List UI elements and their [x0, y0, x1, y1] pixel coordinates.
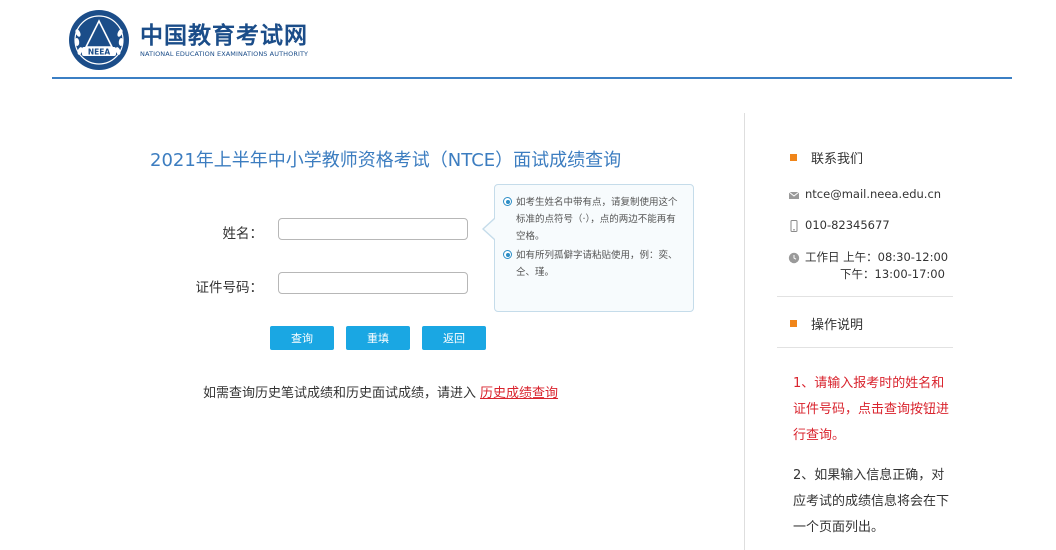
page-title: 2021年上半年中小学教师资格考试（NTCE）面试成绩查询 — [150, 150, 622, 171]
orange-square-icon — [790, 320, 797, 327]
hint-pointer-fill — [484, 219, 495, 239]
header-divider — [52, 77, 1012, 79]
hint-text-rare-chars: 如有所列孤僻字请粘贴使用，例：奕、仝、瑾。 — [516, 250, 678, 278]
radio-bullet-icon — [503, 197, 512, 206]
back-button[interactable]: 返回 — [422, 326, 486, 350]
logo-text: 中国教育考试网 NATIONAL EDUCATION EXAMINATIONS … — [140, 21, 308, 59]
site-name-cn: 中国教育考试网 — [140, 23, 308, 49]
id-number-label: 证件号码： — [195, 280, 264, 296]
sidebar-divider — [744, 113, 745, 550]
history-notice-text: 如需查询历史笔试成绩和历史面试成绩，请进入 — [203, 386, 477, 401]
reset-button[interactable]: 重填 — [346, 326, 410, 350]
sidebar-separator — [777, 296, 953, 297]
site-name-en: NATIONAL EDUCATION EXAMINATIONS AUTHORIT… — [140, 50, 309, 58]
hint-text-dot: 如考生姓名中带有点，请复制使用这个标准的点符号（·），点的两边不能再有空格。 — [516, 197, 678, 242]
working-hours: 工作日 上午：08:30-12:00 下午：13:00-17:00 — [805, 249, 948, 283]
hint-item: 如有所列孤僻字请粘贴使用，例：奕、仝、瑾。 — [503, 247, 685, 281]
sidebar-separator — [777, 347, 953, 348]
contact-email: ntce@mail.neea.edu.cn — [805, 187, 942, 201]
instruction-step-1: 1、请输入报考时的姓名和证件号码，点击查询按钮进行查询。 — [793, 376, 950, 443]
instructions-title: 操作说明 — [811, 318, 864, 333]
clock-icon — [788, 252, 800, 264]
contact-phone-row: 010-82345677 — [788, 217, 890, 234]
envelope-icon — [788, 191, 800, 199]
name-label: 姓名： — [222, 226, 264, 242]
contact-email-row: ntce@mail.neea.edu.cn — [788, 186, 941, 203]
id-number-input[interactable] — [278, 272, 468, 294]
hint-tooltip: 如考生姓名中带有点，请复制使用这个标准的点符号（·），点的两边不能再有空格。 如… — [494, 184, 694, 312]
contact-phone: 010-82345677 — [805, 218, 890, 232]
instructions-heading: 操作说明 — [790, 314, 863, 333]
hours-afternoon: 下午：13:00-17:00 — [840, 267, 945, 281]
query-button[interactable]: 查询 — [270, 326, 334, 350]
hours-morning: 工作日 上午：08:30-12:00 — [805, 250, 949, 264]
instruction-step-2: 2、如果输入信息正确，对应考试的成绩信息将会在下一个页面列出。 — [793, 468, 950, 535]
history-scores-link[interactable]: 历史成绩查询 — [480, 386, 558, 401]
name-input[interactable] — [278, 218, 468, 240]
emblem-text: NEEA — [88, 48, 111, 57]
neea-emblem-icon: NEEA — [69, 10, 129, 70]
contact-hours-row: 工作日 上午：08:30-12:00 下午：13:00-17:00 — [788, 249, 948, 283]
mobile-phone-icon — [790, 220, 798, 232]
contact-heading: 联系我们 — [790, 148, 863, 167]
contact-title: 联系我们 — [811, 152, 864, 167]
orange-square-icon — [790, 154, 797, 161]
hint-item: 如考生姓名中带有点，请复制使用这个标准的点符号（·），点的两边不能再有空格。 — [503, 194, 685, 245]
site-logo[interactable]: NEEA 中国教育考试网 NATIONAL EDUCATION EXAMINAT… — [68, 9, 308, 71]
radio-bullet-icon — [503, 250, 512, 259]
history-notice: 如需查询历史笔试成绩和历史面试成绩，请进入 历史成绩查询 — [203, 382, 558, 401]
